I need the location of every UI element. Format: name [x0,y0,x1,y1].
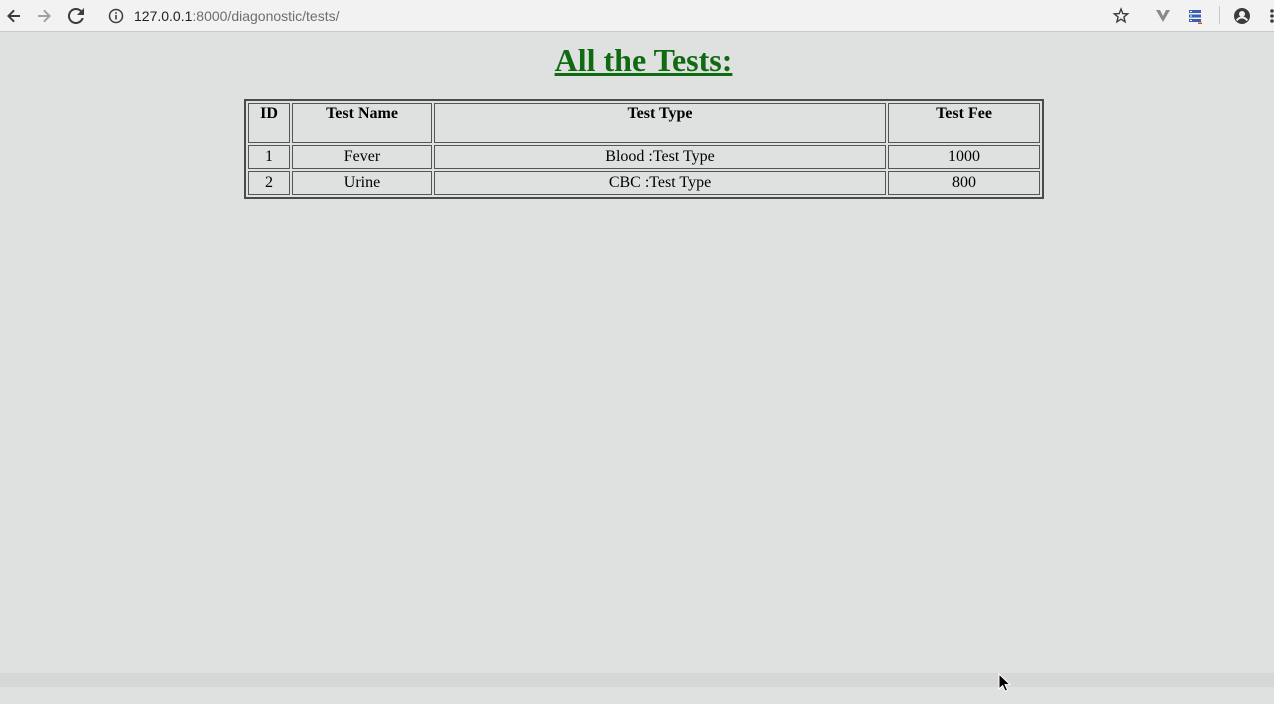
table-row: 1 Fever Blood :Test Type 1000 [248,145,1040,169]
bookmark-star-button[interactable] [1110,4,1132,28]
extension-list-button[interactable] [1184,4,1206,28]
info-icon[interactable] [108,8,124,24]
toolbar-separator [1219,6,1220,24]
cell-test-type: Blood :Test Type [434,145,886,169]
address-bar[interactable]: 127.0.0.1:8000/diagonostic/tests/ [108,5,340,27]
back-button[interactable] [2,4,26,28]
horizontal-scrollbar[interactable] [0,673,1274,687]
cell-test-name: Urine [292,171,432,195]
account-icon [1234,8,1250,24]
arrow-right-icon [38,9,51,23]
column-header-id: ID [248,103,290,143]
page-title: All the Tests: [554,42,733,78]
extension-v-button[interactable] [1152,4,1174,28]
page-content: All the Tests: ID Test Name Test Type Te… [0,33,1274,673]
cell-test-fee: 1000 [888,145,1040,169]
cell-id: 1 [248,145,290,169]
profile-button[interactable] [1230,4,1254,28]
tests-table: ID Test Name Test Type Test Fee 1 Fever … [244,99,1044,199]
url-path: :8000/diagonostic/tests/ [192,8,340,24]
arrow-left-icon [7,9,20,23]
star-icon [1112,7,1130,24]
table-header-row: ID Test Name Test Type Test Fee [248,103,1040,143]
cell-test-type: CBC :Test Type [434,171,886,195]
column-header-test-type: Test Type [434,103,886,143]
table-row: 2 Urine CBC :Test Type 800 [248,171,1040,195]
reload-button[interactable] [64,4,88,28]
vue-extension-icon [1156,10,1170,22]
list-extension-icon [1189,10,1202,24]
reload-icon [68,8,84,24]
forward-button[interactable] [32,4,56,28]
mouse-cursor-icon [998,672,1012,698]
menu-button[interactable] [1264,4,1274,28]
cell-test-name: Fever [292,145,432,169]
column-header-test-fee: Test Fee [888,103,1040,143]
cell-id: 2 [248,171,290,195]
browser-toolbar: 127.0.0.1:8000/diagonostic/tests/ [0,0,1274,32]
cell-test-fee: 800 [888,171,1040,195]
more-vertical-icon [1270,9,1274,23]
column-header-test-name: Test Name [292,103,432,143]
url-host: 127.0.0.1 [134,8,193,24]
